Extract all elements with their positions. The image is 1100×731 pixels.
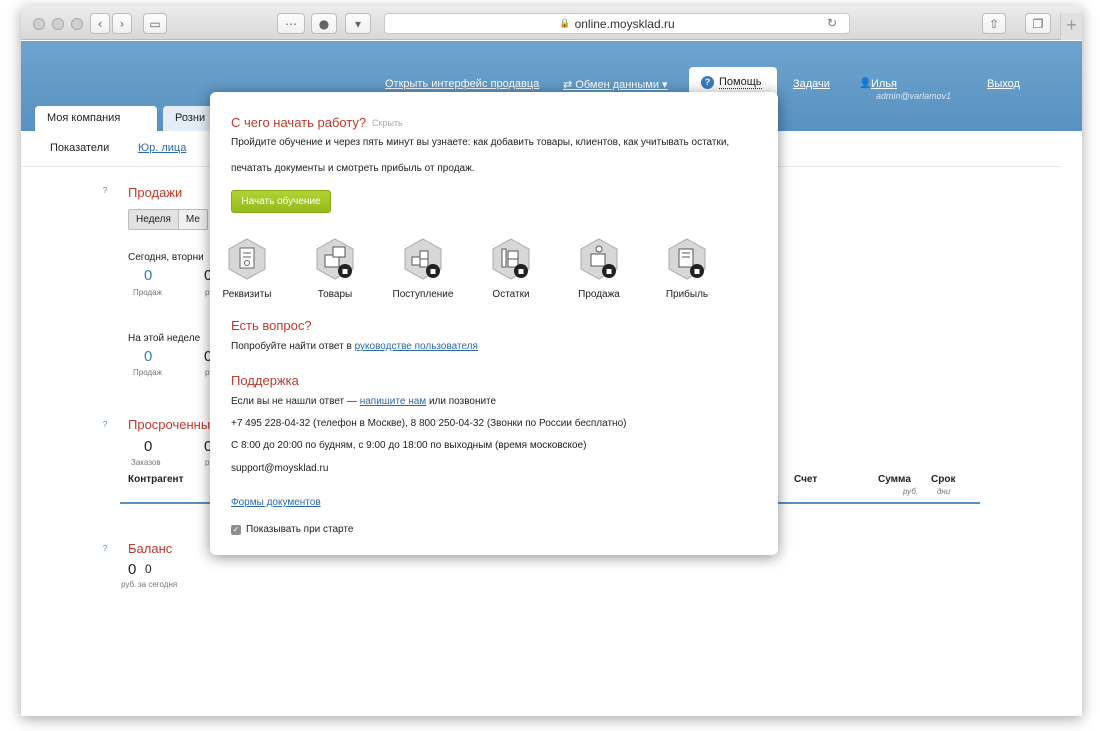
support-title: Поддержка (231, 373, 299, 388)
reload-icon[interactable]: ↻ (827, 16, 837, 30)
balance-today-unit: за сегодня (138, 580, 178, 589)
hide-link[interactable]: Скрыть (372, 118, 403, 128)
sales-title: Продажи (128, 185, 183, 200)
balance-title: Баланс (128, 541, 173, 556)
question-text-prefix: Попробуйте найти ответ в (231, 341, 352, 352)
browser-window: ‹ › ▭ ⋯ ● ▾ 🔒 online.moysklad.ru ↻ ⇧ ❐ +… (21, 6, 1082, 716)
overdue-orders-unit: Заказов (131, 458, 161, 467)
getting-started-popup: С чего начать работу? Скрыть Пройдите об… (210, 92, 778, 555)
col-sum[interactable]: Сумма (878, 474, 911, 485)
week-revenue-unit: р (205, 368, 210, 377)
col-invoice[interactable]: Счет (794, 474, 817, 485)
balance-unit: руб. (121, 580, 137, 589)
user-name-link[interactable]: Илья (871, 78, 897, 90)
grid-icon[interactable]: ⋯ (277, 13, 305, 34)
today-label: Сегодня, вторни (128, 252, 204, 263)
tasks-link[interactable]: Задачи (793, 78, 830, 90)
col-term-unit: дни (937, 487, 951, 496)
popup-title: С чего начать работу? (231, 115, 367, 130)
sidebar-icon[interactable]: ▭ (143, 13, 167, 34)
question-title: Есть вопрос? (231, 318, 312, 333)
overdue-orders-value: 0 (144, 438, 153, 455)
share-icon[interactable]: ⇧ (982, 13, 1006, 34)
help-icon[interactable]: ? (100, 186, 110, 196)
seller-interface-link[interactable]: Открыть интерфейс продавца (385, 78, 539, 90)
pocket-icon[interactable]: ▾ (345, 13, 371, 34)
browser-toolbar: ‹ › ▭ ⋯ ● ▾ 🔒 online.moysklad.ru ↻ ⇧ ❐ + (21, 6, 1082, 40)
overdue-title: Просроченны (128, 417, 211, 432)
step-profit[interactable]: Прибыль (642, 237, 732, 300)
month-segment[interactable]: Ме (179, 210, 207, 229)
step-label: Поступление (392, 289, 454, 300)
week-sales-unit: Продаж (133, 368, 162, 377)
support-text: Если вы не нашли ответ — напишите нам ил… (231, 396, 496, 407)
col-term[interactable]: Срок (931, 474, 955, 485)
opera-icon[interactable]: ● (311, 13, 337, 34)
logout-link[interactable]: Выход (987, 78, 1020, 90)
stock-locked-icon (491, 237, 531, 281)
help-icon[interactable]: ? (100, 420, 110, 430)
step-label: Реквизиты (222, 289, 272, 300)
step-label: Товары (317, 289, 353, 300)
period-switch[interactable]: Неделя Ме (128, 209, 208, 230)
lock-icon: 🔒 (559, 18, 571, 28)
subnav-legal-entities[interactable]: Юр. лица (138, 142, 186, 154)
user-icon: 👤 (859, 78, 872, 89)
support-email: support@moysklad.ru (231, 463, 329, 474)
exchange-data-menu[interactable]: ⇄ Обмен данными ▾ (563, 78, 668, 91)
minimize-window-button[interactable] (52, 18, 64, 30)
today-sales-value: 0 (144, 267, 153, 284)
write-us-link[interactable]: напишите нам (360, 396, 426, 407)
receipt-locked-icon (403, 237, 443, 281)
requisites-icon (227, 237, 267, 281)
step-label: Остатки (492, 289, 530, 300)
address-bar[interactable]: 🔒 online.moysklad.ru ↻ (384, 13, 850, 34)
support-text-prefix: Если вы не нашли ответ — (231, 396, 357, 407)
show-on-start-label: Показывать при старте (246, 524, 354, 535)
url-text: online.moysklad.ru (574, 16, 675, 31)
popup-intro-line1: Пройдите обучение и через пять минут вы … (231, 137, 730, 148)
step-label: Прибыль (665, 289, 709, 300)
question-text: Попробуйте найти ответ в руководстве пол… (231, 341, 478, 352)
help-icon[interactable]: ? (100, 544, 110, 554)
step-receipt[interactable]: Поступление (378, 237, 468, 300)
back-icon[interactable]: ‹ (90, 13, 110, 34)
new-tab-icon[interactable]: + (1060, 13, 1082, 40)
week-label: На этой неделе (128, 333, 201, 344)
subnav-indicators[interactable]: Показатели (50, 142, 109, 154)
col-sum-unit: руб. (903, 487, 919, 496)
support-text-suffix: или позвоните (428, 396, 497, 407)
tabs-icon[interactable]: ❐ (1025, 13, 1051, 34)
support-hours: С 8:00 до 20:00 по будням, с 9:00 до 18:… (231, 440, 587, 451)
forward-icon[interactable]: › (112, 13, 132, 34)
step-requisites[interactable]: Реквизиты (202, 237, 292, 300)
help-label: Помощь (719, 75, 762, 89)
user-guide-link[interactable]: руководстве пользователя (355, 341, 478, 352)
step-stock[interactable]: Остатки (466, 237, 556, 300)
tab-my-company[interactable]: Моя компания (35, 106, 157, 131)
balance-today-value: 0 (145, 562, 152, 576)
question-icon: ? (701, 75, 714, 89)
step-label: Продажа (578, 289, 620, 300)
overdue-sum-unit: р (205, 458, 210, 467)
col-contractor[interactable]: Контрагент (128, 474, 183, 485)
sale-locked-icon (579, 237, 619, 281)
profit-locked-icon (667, 237, 707, 281)
week-segment[interactable]: Неделя (129, 210, 179, 229)
support-phones: +7 495 228-04-32 (телефон в Москве), 8 8… (231, 418, 627, 429)
balance-value: 0 (128, 561, 137, 578)
zoom-window-button[interactable] (71, 18, 83, 30)
document-forms-link[interactable]: Формы документов (231, 497, 321, 508)
step-goods[interactable]: Товары (290, 237, 380, 300)
user-email: admin@varlamov1 (876, 91, 952, 101)
goods-locked-icon (315, 237, 355, 281)
checkmark-icon: ✓ (231, 524, 241, 535)
show-on-start-checkbox[interactable]: ✓ Показывать при старте (231, 524, 353, 535)
today-sales-unit: Продаж (133, 288, 162, 297)
step-sale[interactable]: Продажа (554, 237, 644, 300)
popup-intro-line2: печатать документы и смотреть прибыль от… (231, 163, 475, 174)
week-sales-value: 0 (144, 348, 153, 365)
close-window-button[interactable] (33, 18, 45, 30)
start-training-button[interactable]: Начать обучение (231, 190, 331, 213)
